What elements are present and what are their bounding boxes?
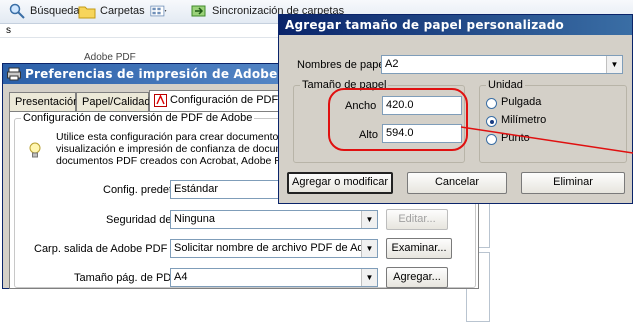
search-toolbar-label: Búsqueda <box>30 5 80 17</box>
dialog-titlebar[interactable]: Agregar tamaño de papel personalizado <box>279 15 632 35</box>
chevron-down-icon: ▼ <box>606 56 622 73</box>
security-value: Ninguna <box>174 213 215 225</box>
add-page-size-button[interactable]: Agregar... <box>386 267 448 288</box>
unit-label-pulgada: Pulgada <box>501 96 542 108</box>
output-folder-label: Carp. salida de Adobe PDF <box>34 243 168 255</box>
security-select[interactable]: Ninguna ▼ <box>170 210 378 229</box>
add-modify-label: Agregar o modificar <box>292 176 388 188</box>
search-icon <box>9 3 25 19</box>
adobe-pdf-icon <box>154 94 167 107</box>
chevron-down-icon: ▼ <box>361 240 377 257</box>
tab-label: Presentación <box>15 96 80 108</box>
page-size-value: A4 <box>174 271 188 283</box>
annotation-highlight-ellipse <box>328 88 468 151</box>
browse-button[interactable]: Examinar... <box>386 238 452 259</box>
page-size-label: Tamaño pág. de PDF: <box>74 272 182 284</box>
default-settings-label: Config. predet.: <box>103 184 179 196</box>
preferences-title: Preferencias de impresión de Adobe PDF <box>25 67 310 81</box>
edit-security-button[interactable]: Editar... <box>386 209 448 230</box>
paper-name-select[interactable]: A2 ▼ <box>381 55 623 74</box>
printer-icon <box>7 67 21 81</box>
page-size-select[interactable]: A4 ▼ <box>170 268 378 287</box>
chevron-down-icon: ▼ <box>361 211 377 228</box>
default-settings-value: Estándar <box>174 183 219 195</box>
dialog-title: Agregar tamaño de papel personalizado <box>285 18 564 32</box>
tab-label: Configuración de PDF d <box>170 94 288 106</box>
tab-presentacion[interactable]: Presentación <box>9 92 80 111</box>
cancel-label: Cancelar <box>434 176 480 188</box>
unit-radio-milimetro[interactable] <box>486 116 497 127</box>
folders-icon <box>78 6 96 19</box>
tab-configuracion-pdf[interactable]: Configuración de PDF d <box>149 90 289 111</box>
unit-radio-pulgada[interactable] <box>486 98 497 109</box>
add-button-label: Agregar... <box>393 271 441 283</box>
tab-papel-calidad[interactable]: Papel/Calidad <box>76 92 151 111</box>
edit-button-label: Editar... <box>398 213 436 225</box>
paper-name-label: Nombres de papel: <box>297 59 390 71</box>
add-modify-button[interactable]: Agregar o modificar <box>287 172 393 194</box>
unit-group-title: Unidad <box>486 79 525 91</box>
paper-name-value: A2 <box>385 58 399 70</box>
lightbulb-icon <box>29 142 41 158</box>
unit-radio-punto[interactable] <box>486 134 497 145</box>
unit-label-milimetro: Milímetro <box>501 114 547 126</box>
views-icon <box>150 5 167 17</box>
address-text: s <box>6 25 11 36</box>
output-folder-value: Solicitar nombre de archivo PDF de Adobe <box>174 242 378 254</box>
search-toolbar-button[interactable]: Búsqueda <box>8 0 80 22</box>
cancel-button[interactable]: Cancelar <box>407 172 507 194</box>
folders-toolbar-label: Carpetas <box>100 5 145 17</box>
views-toolbar-button[interactable] <box>150 0 168 22</box>
output-folder-select[interactable]: Solicitar nombre de archivo PDF de Adobe… <box>170 239 378 258</box>
background-item-label: Adobe PDF <box>84 52 136 63</box>
conversion-settings-title: Configuración de conversión de PDF de Ad… <box>21 112 255 124</box>
delete-button[interactable]: Eliminar <box>521 172 625 194</box>
tab-label: Papel/Calidad <box>82 96 151 108</box>
chevron-down-icon: ▼ <box>361 269 377 286</box>
delete-label: Eliminar <box>553 176 593 188</box>
browse-button-label: Examinar... <box>391 242 447 254</box>
sync-folders-icon <box>191 5 206 17</box>
folders-toolbar-button[interactable]: Carpetas <box>78 0 145 22</box>
unit-label-punto: Punto <box>501 132 530 144</box>
